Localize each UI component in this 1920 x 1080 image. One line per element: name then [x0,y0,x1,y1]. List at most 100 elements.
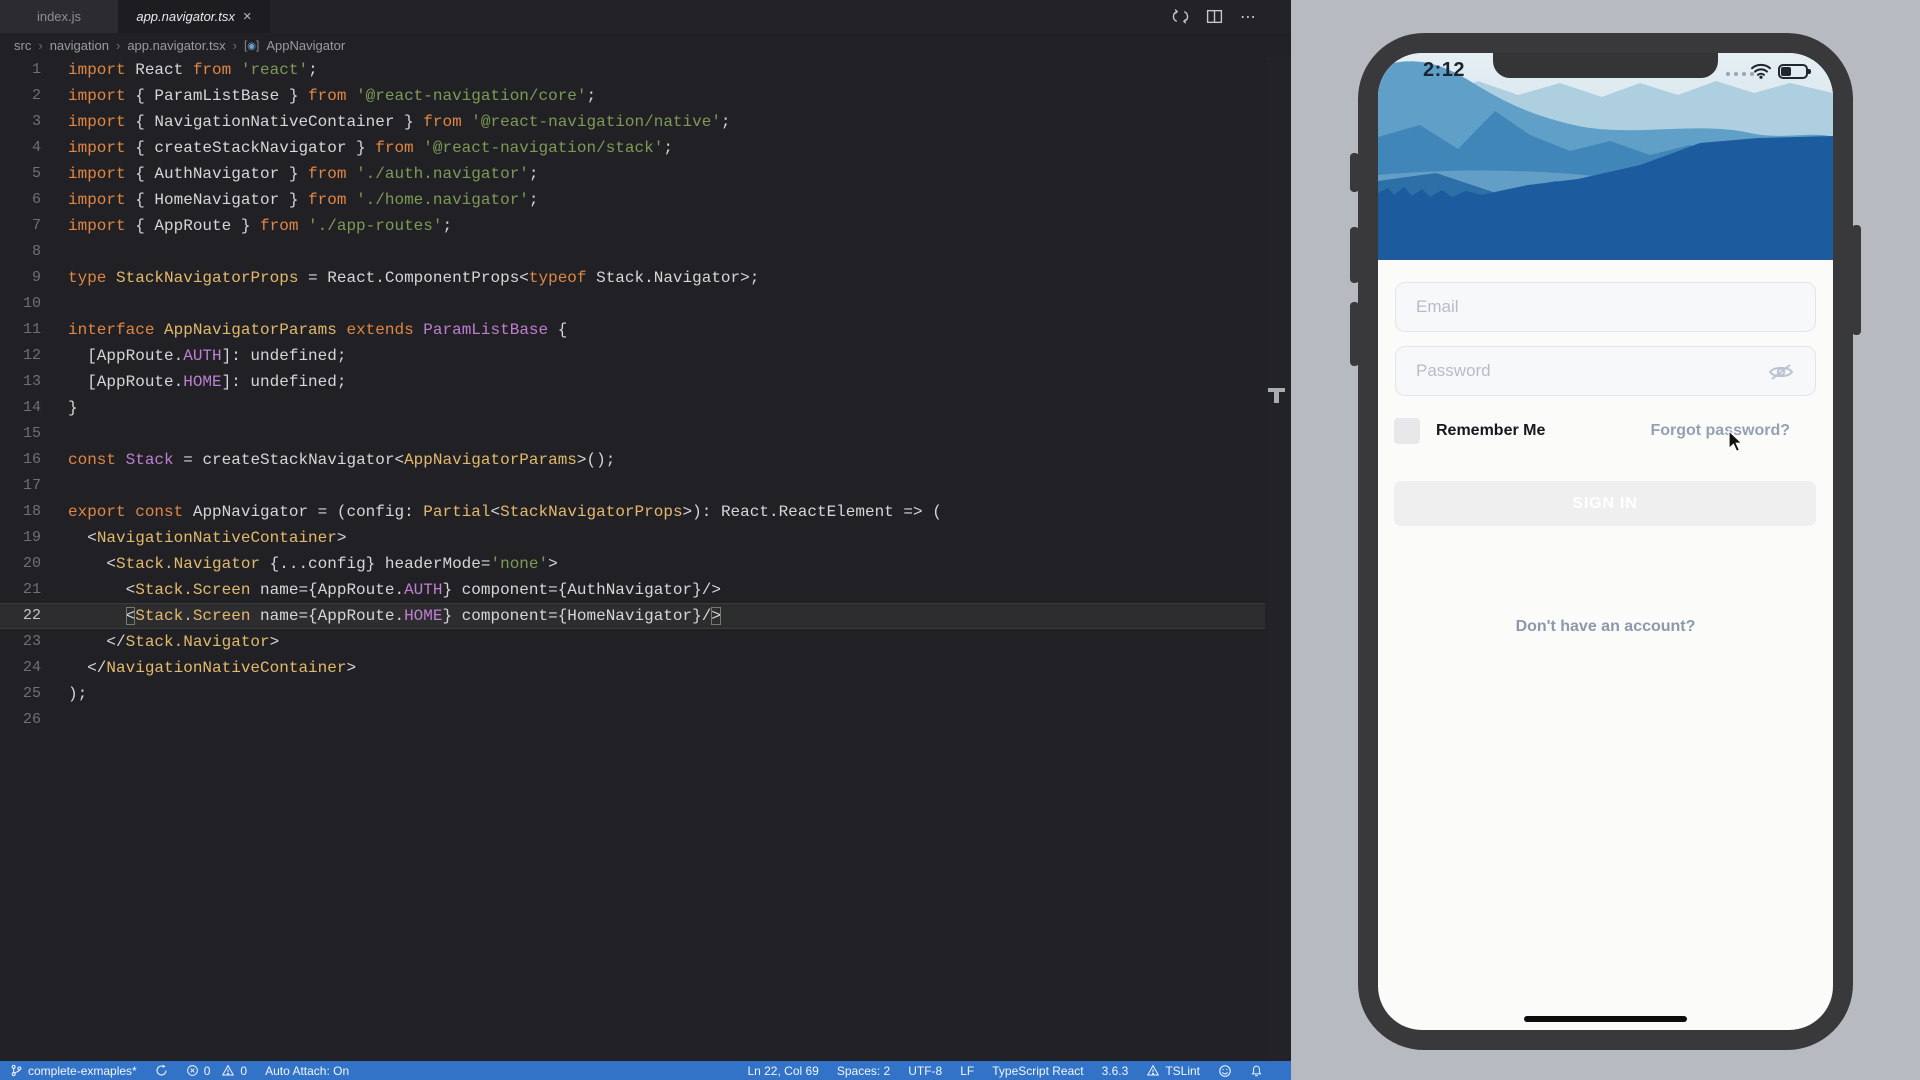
code-token [414,321,424,339]
code-line[interactable]: 25); [0,681,1291,707]
line-number: 24 [0,655,62,681]
notifications-bell-icon[interactable] [1250,1064,1263,1078]
breadcrumb-item-file[interactable]: app.navigator.tsx [127,38,225,53]
code-line[interactable]: 23 </Stack.Navigator> [0,629,1291,655]
code-line[interactable]: 9type StackNavigatorProps = React.Compon… [0,265,1291,291]
code-token: from [193,61,231,79]
code-token: >(); [577,451,615,469]
code-token: Stack.Navigator>; [587,269,760,287]
warnings-icon [221,1064,235,1077]
code-line[interactable]: 6import { HomeNavigator } from './home.n… [0,187,1291,213]
code-area[interactable]: 1import React from 'react';2import { Par… [0,57,1291,1061]
power-button [1852,225,1861,335]
line-number: 13 [0,369,62,395]
phone-screen: 2:12 [1378,53,1833,1030]
code-line[interactable]: 12 [AppRoute.AUTH]: undefined; [0,343,1291,369]
code-line[interactable]: 17 [0,473,1291,499]
feedback-smiley-icon[interactable] [1218,1064,1232,1078]
line-number: 22 [0,603,62,629]
split-editor-icon[interactable] [1206,8,1223,25]
breadcrumb-item-symbol[interactable]: AppNavigator [266,38,345,53]
code-line[interactable]: 3import { NavigationNativeContainer } fr… [0,109,1291,135]
code-line[interactable]: 24 </NavigationNativeContainer> [0,655,1291,681]
auto-attach-indicator[interactable]: Auto Attach: On [265,1064,349,1078]
remember-me-label: Remember Me [1436,422,1545,440]
cursor-position-indicator[interactable]: Ln 22, Col 69 [747,1064,818,1078]
code-token: ; [721,113,731,131]
remember-me-checkbox[interactable] [1394,418,1420,444]
code-token: extends [346,321,413,339]
code-token: from [308,87,346,105]
code-line[interactable]: 7import { AppRoute } from './app-routes'… [0,213,1291,239]
status-bar-time: 2:12 [1423,59,1465,82]
password-input[interactable] [1395,346,1816,396]
code-line[interactable]: 20 <Stack.Navigator {...config} headerMo… [0,551,1291,577]
code-token: < [68,529,97,547]
code-token: > [346,659,356,677]
line-number: 11 [0,317,62,343]
code-line[interactable]: 8 [0,239,1291,265]
code-line[interactable]: 21 <Stack.Screen name={AppRoute.AUTH} co… [0,577,1291,603]
breadcrumb-item-navigation[interactable]: navigation [50,38,109,53]
volume-up-button [1350,227,1359,283]
more-actions-icon[interactable]: ⋯ [1240,7,1258,27]
line-number: 26 [0,707,62,733]
tab-app-navigator-tsx[interactable]: app.navigator.tsx × [118,0,270,33]
forgot-password-link[interactable]: Forgot password? [1650,422,1790,440]
code-token: } component={AuthNavigator}/> [442,581,720,599]
code-token: const [135,503,183,521]
git-branch-indicator[interactable]: complete-exmaples* [10,1064,137,1078]
code-token: Stack.Navigator [126,633,270,651]
code-token: } component={HomeNavigator}/ [442,607,711,625]
indentation-indicator[interactable]: Spaces: 2 [837,1064,890,1078]
code-token: ; [587,87,597,105]
close-tab-icon[interactable]: × [243,9,252,24]
toggle-password-visibility-icon[interactable] [1766,360,1796,384]
code-token: import [68,113,126,131]
code-line[interactable]: 14} [0,395,1291,421]
eol-indicator[interactable]: LF [960,1064,974,1078]
problems-indicator[interactable]: 0 0 [186,1064,247,1078]
code-token: import [68,61,126,79]
code-line[interactable]: 10 [0,291,1291,317]
line-number: 9 [0,265,62,291]
breadcrumb-item-src[interactable]: src [14,38,31,53]
battery-icon [1778,64,1808,79]
notch [1493,53,1718,78]
code-line[interactable]: 26 [0,707,1291,733]
code-token: Stack.Navigator [116,555,260,573]
language-mode-indicator[interactable]: TypeScript React [992,1064,1083,1078]
tab-index-js[interactable]: index.js [0,0,118,33]
mute-switch [1350,153,1359,192]
code-line[interactable]: 18export const AppNavigator = (config: P… [0,499,1291,525]
editor-scrollbar[interactable] [1265,57,1291,1061]
email-input[interactable] [1395,282,1816,332]
code-line[interactable]: 5import { AuthNavigator } from './auth.n… [0,161,1291,187]
sync-button[interactable] [155,1064,168,1077]
line-number: 17 [0,473,62,499]
code-token: > [548,555,558,573]
code-line[interactable]: 22 <Stack.Screen name={AppRoute.HOME} co… [0,603,1291,629]
code-line[interactable]: 19 <NavigationNativeContainer> [0,525,1291,551]
status-bar: complete-exmaples* 0 0 Auto Attach: On [0,1061,1291,1080]
code-token: ; [529,165,539,183]
sign-in-button[interactable]: SIGN IN [1394,481,1816,526]
scrollbar-cursor-marker [1268,388,1285,403]
code-line[interactable]: 4import { createStackNavigator } from '@… [0,135,1291,161]
code-line[interactable]: 11interface AppNavigatorParams extends P… [0,317,1291,343]
typescript-version-indicator[interactable]: 3.6.3 [1102,1064,1129,1078]
open-changes-icon[interactable] [1172,8,1189,25]
home-indicator[interactable] [1524,1016,1687,1022]
code-token: [AppRoute. [68,373,183,391]
code-line[interactable]: 2import { ParamListBase } from '@react-n… [0,83,1291,109]
code-line[interactable]: 15 [0,421,1291,447]
code-token: from [375,139,413,157]
sign-up-link[interactable]: Don't have an account? [1378,618,1833,636]
tslint-indicator[interactable]: TSLint [1146,1064,1200,1078]
line-number: 1 [0,57,62,83]
code-token: StackNavigatorProps [116,269,298,287]
encoding-indicator[interactable]: UTF-8 [908,1064,942,1078]
code-line[interactable]: 16const Stack = createStackNavigator<App… [0,447,1291,473]
code-line[interactable]: 1import React from 'react'; [0,57,1291,83]
code-line[interactable]: 13 [AppRoute.HOME]: undefined; [0,369,1291,395]
